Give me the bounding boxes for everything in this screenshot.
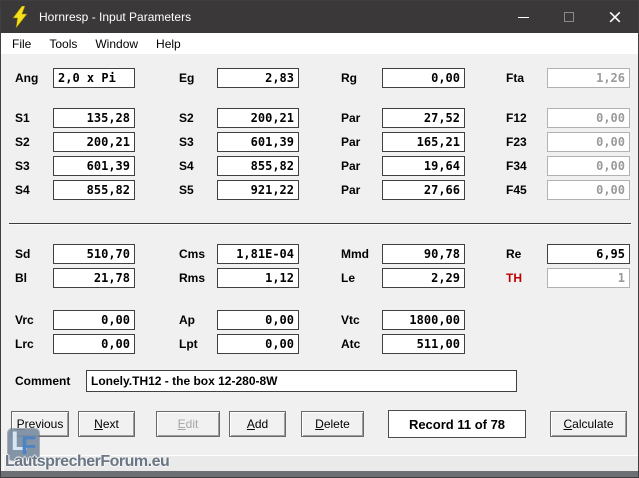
menu-file[interactable]: File <box>3 35 40 53</box>
input-parameters-form: Ang 2,0 x Pi Eg 2,83 Rg 0,00 Fta 1,26 S1… <box>1 54 639 478</box>
calculate-button[interactable]: Calculate <box>550 411 627 437</box>
add-button[interactable]: Add <box>229 411 286 437</box>
field-atc-input[interactable]: 511,00 <box>382 334 465 354</box>
minimize-icon <box>518 17 529 18</box>
delete-button[interactable]: Delete <box>301 411 364 437</box>
lightning-bolt-app-icon <box>11 6 29 28</box>
close-button[interactable]: × <box>592 1 638 33</box>
menu-window[interactable]: Window <box>86 35 147 53</box>
next-button[interactable]: Next <box>78 411 135 437</box>
field-fta: Fta 1,26 <box>1 68 639 88</box>
comment-input[interactable]: Lonely.TH12 - the box 12-280-8W <box>86 370 517 392</box>
comment-label: Comment <box>15 374 70 388</box>
field-vtc: Vtc 1800,00 <box>1 310 639 330</box>
field-th-input[interactable]: 1 <box>547 268 630 288</box>
field-f34-label: F34 <box>506 159 527 173</box>
hornresp-window: Hornresp - Input Parameters × File Tools… <box>0 0 639 478</box>
field-f23: F23 0,00 <box>1 132 639 152</box>
comment-value: Lonely.TH12 - the box 12-280-8W <box>91 374 278 388</box>
lautsprecherforum-watermark-text: LautsprecherForum.eu <box>5 453 169 471</box>
field-vtc-input[interactable]: 1800,00 <box>382 310 465 330</box>
field-vtc-label: Vtc <box>341 313 360 327</box>
field-f45: F45 0,00 <box>1 180 639 200</box>
field-f45-label: F45 <box>506 183 527 197</box>
field-th: TH 1 <box>1 268 639 288</box>
edit-button[interactable]: Edit <box>156 411 220 437</box>
titlebar: Hornresp - Input Parameters × <box>1 1 638 33</box>
window-title: Hornresp - Input Parameters <box>39 10 500 24</box>
field-f12: F12 0,00 <box>1 108 639 128</box>
close-icon: × <box>607 8 623 27</box>
field-fta-input[interactable]: 1,26 <box>547 68 630 88</box>
menu-tools[interactable]: Tools <box>40 35 86 53</box>
field-f34: F34 0,00 <box>1 156 639 176</box>
field-f23-input[interactable]: 0,00 <box>547 132 630 152</box>
field-th-label: TH <box>506 271 522 285</box>
field-re-input[interactable]: 6,95 <box>547 244 630 264</box>
menu-bar: File Tools Window Help <box>1 33 638 54</box>
maximize-button[interactable] <box>546 1 592 33</box>
maximize-icon <box>564 12 574 22</box>
field-re-label: Re <box>506 247 521 261</box>
field-f45-input[interactable]: 0,00 <box>547 180 630 200</box>
minimize-button[interactable] <box>500 1 546 33</box>
field-atc: Atc 511,00 <box>1 334 639 354</box>
field-f23-label: F23 <box>506 135 527 149</box>
menu-help[interactable]: Help <box>147 35 190 53</box>
record-counter: Record 11 of 78 <box>388 410 526 438</box>
field-fta-label: Fta <box>506 71 524 85</box>
section-separator <box>9 223 631 225</box>
field-f12-input[interactable]: 0,00 <box>547 108 630 128</box>
field-atc-label: Atc <box>341 337 360 351</box>
field-f12-label: F12 <box>506 111 527 125</box>
field-re: Re 6,95 <box>1 244 639 264</box>
field-f34-input[interactable]: 0,00 <box>547 156 630 176</box>
window-bottom-edge <box>1 471 639 478</box>
